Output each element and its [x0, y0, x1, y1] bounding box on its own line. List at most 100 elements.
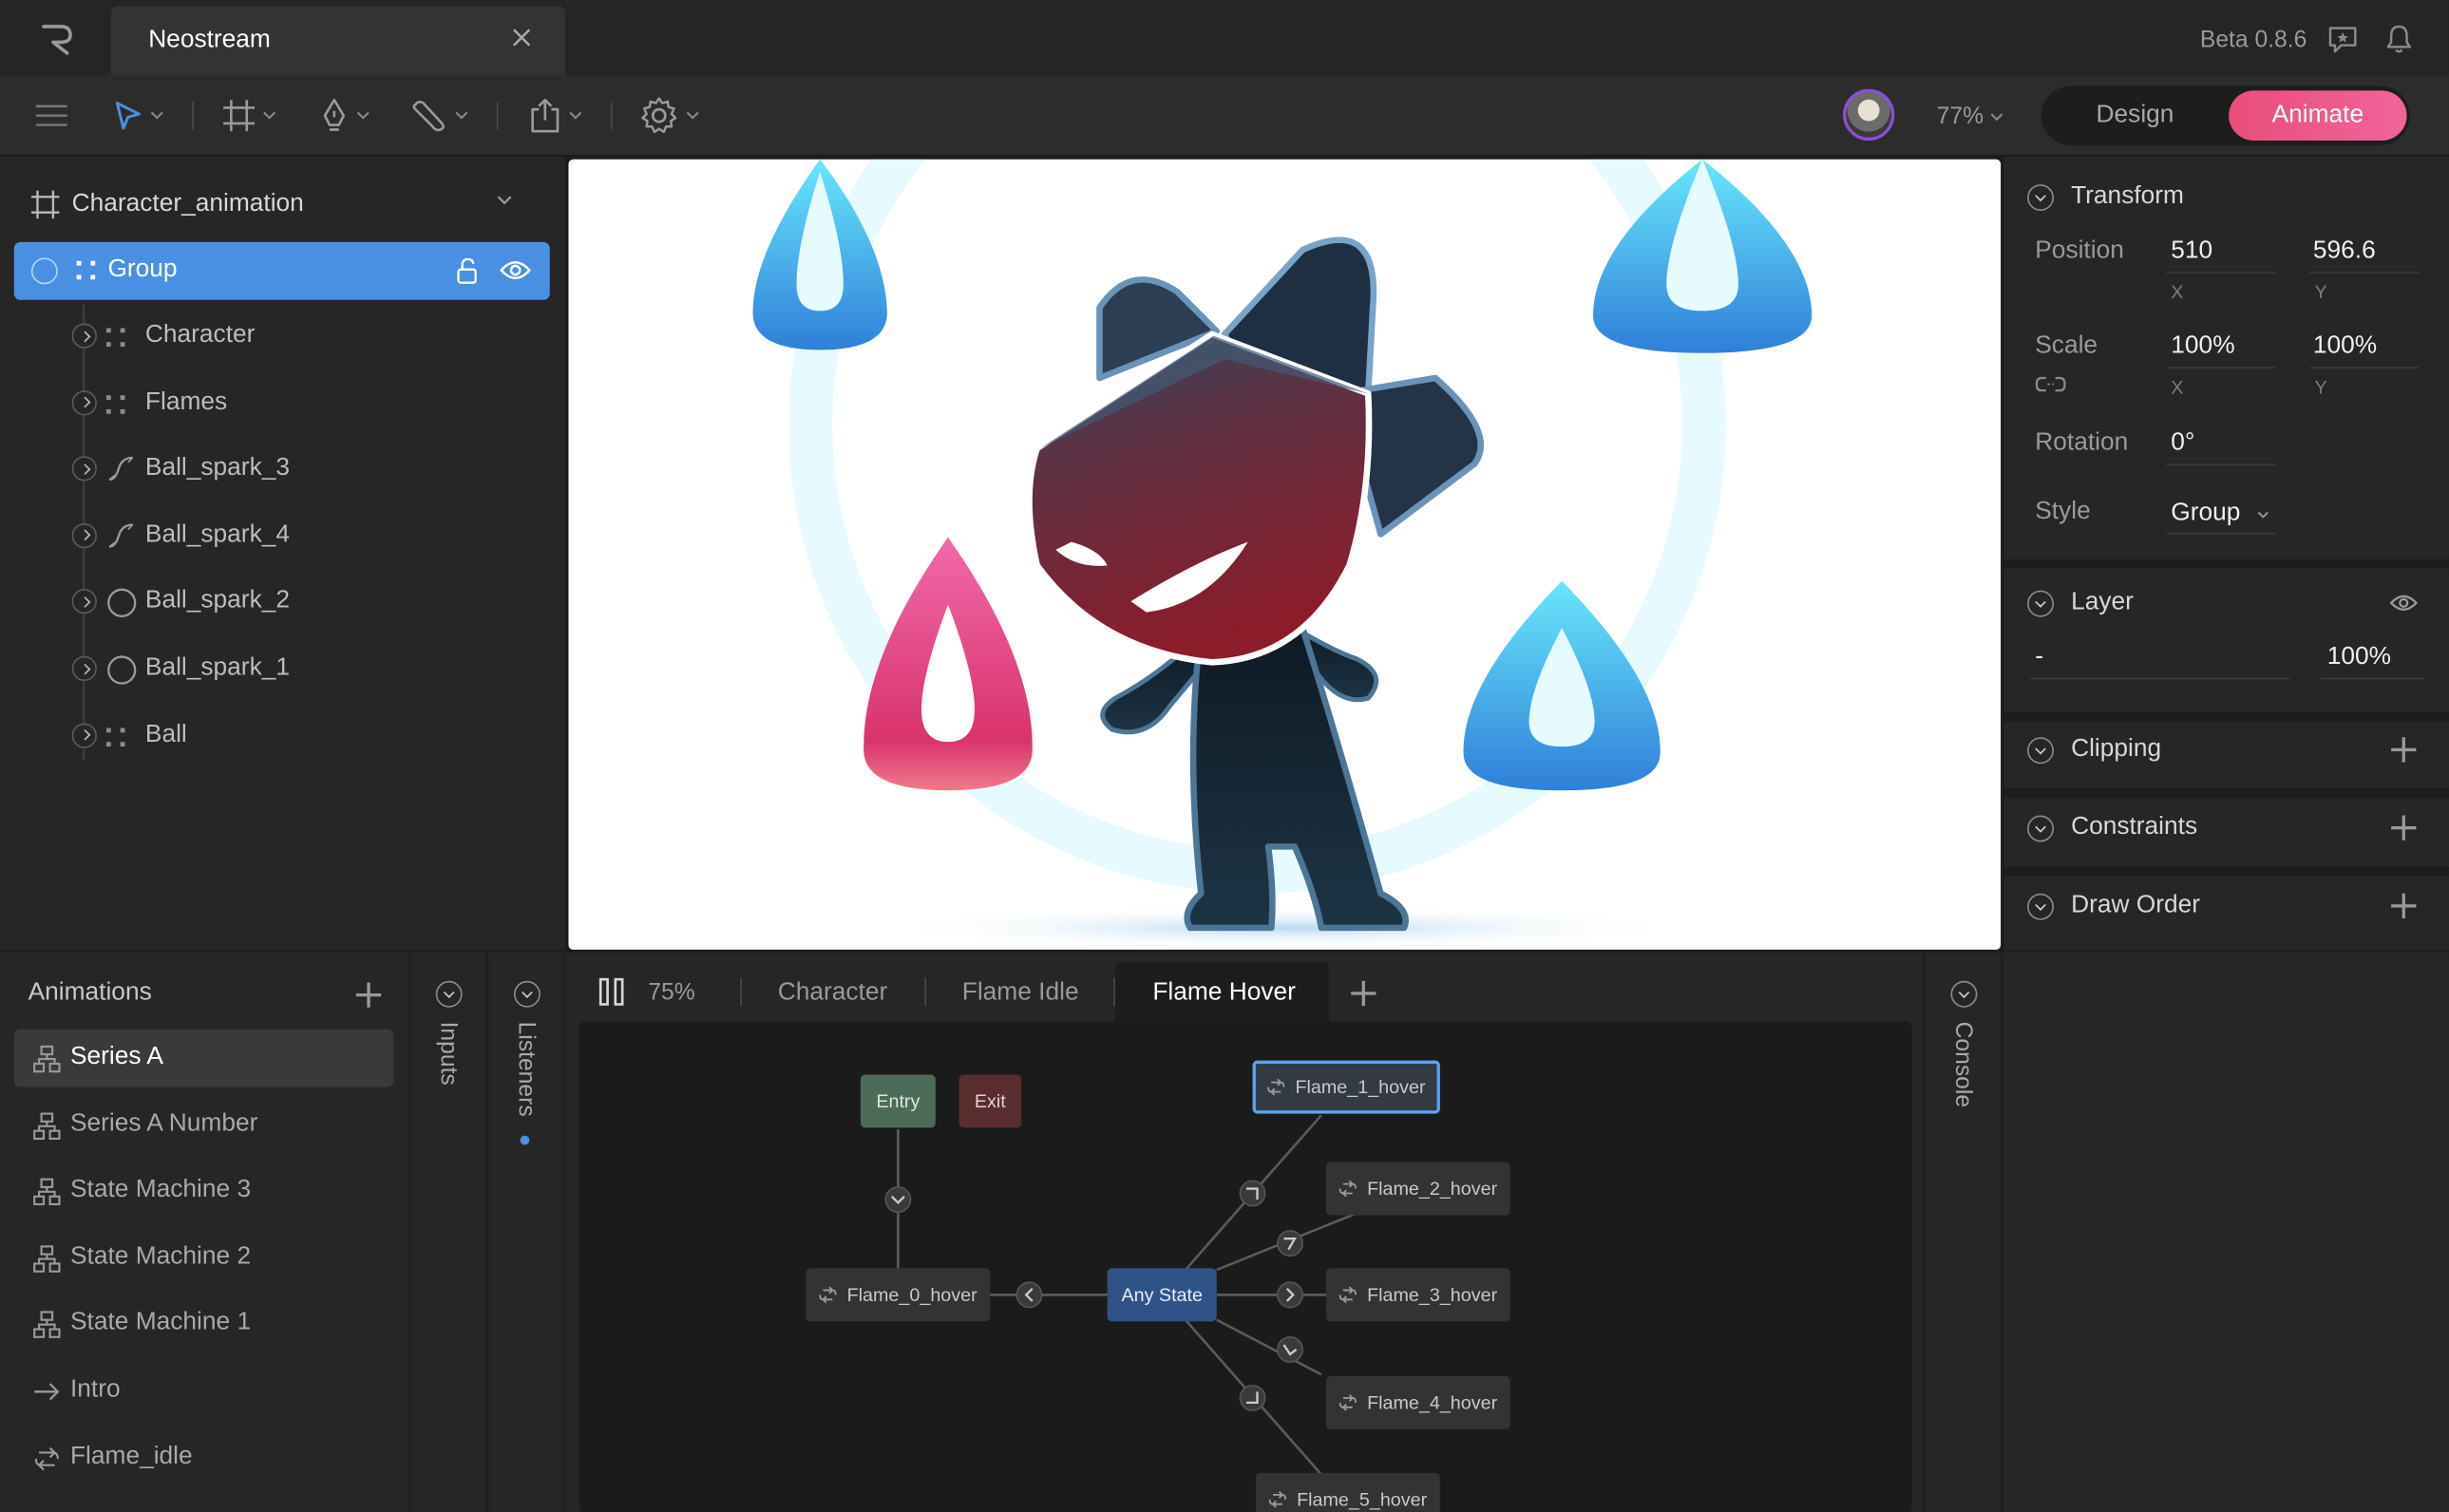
- zoom-dropdown[interactable]: 77%: [1937, 104, 2004, 130]
- console-expand-icon[interactable]: [1950, 980, 1978, 1008]
- artboard-canvas[interactable]: [568, 159, 2002, 950]
- add-animation-icon[interactable]: [355, 982, 382, 1008]
- exit-node[interactable]: Exit: [959, 1074, 1022, 1128]
- animate-mode-button[interactable]: Animate: [2229, 90, 2407, 142]
- expand-toggle-icon[interactable]: [71, 655, 97, 682]
- pause-icon[interactable]: [598, 977, 627, 1007]
- export-tool-button[interactable]: [528, 94, 583, 138]
- tab-divider: [740, 977, 742, 1007]
- state-graph-canvas[interactable]: Entry Exit Any State Flame_0_hover Flame…: [579, 1021, 1912, 1512]
- unlock-icon[interactable]: [456, 257, 481, 284]
- listeners-tab[interactable]: Listeners: [488, 953, 564, 1512]
- position-y-input[interactable]: 596.6: [2313, 237, 2376, 266]
- animation-list-item[interactable]: Flame_idle: [14, 1428, 394, 1486]
- add-draw-order-icon[interactable]: [2391, 893, 2417, 919]
- layer-row[interactable]: Ball_spark_3: [68, 438, 537, 503]
- tab-flame-hover[interactable]: Flame Hover: [1152, 979, 1296, 1008]
- expand-toggle-icon[interactable]: [71, 456, 97, 482]
- layer-row[interactable]: Ball_spark_4: [68, 504, 537, 570]
- pen-tool-button[interactable]: [318, 94, 370, 138]
- layer-row[interactable]: Ball_spark_1: [68, 637, 537, 703]
- document-tab[interactable]: Neostream: [110, 6, 566, 75]
- expand-toggle-icon[interactable]: [30, 257, 58, 285]
- section-divider: [2003, 711, 2449, 722]
- style-dropdown[interactable]: Group: [2171, 499, 2277, 530]
- layer-label: Character: [144, 321, 256, 349]
- layer-collapse-icon[interactable]: [2027, 590, 2054, 617]
- input-underline: [2166, 463, 2276, 466]
- close-tab-icon[interactable]: [512, 28, 531, 47]
- entry-node[interactable]: Entry: [860, 1074, 936, 1128]
- state-node-flame-5[interactable]: Flame_5_hover: [1255, 1472, 1440, 1512]
- pointer-icon: [115, 102, 141, 130]
- position-x-input[interactable]: 510: [2171, 237, 2212, 266]
- animation-list-item[interactable]: Series A Number: [14, 1096, 394, 1154]
- animation-list-item[interactable]: State Machine 2: [14, 1229, 394, 1287]
- visibility-eye-icon[interactable]: [500, 259, 531, 281]
- playback-speed[interactable]: 75%: [648, 979, 694, 1006]
- character-illustration[interactable]: [568, 159, 2001, 950]
- state-node-flame-0[interactable]: Flame_0_hover: [806, 1268, 991, 1322]
- opacity-input[interactable]: 100%: [2327, 644, 2391, 672]
- any-state-label: Any State: [1121, 1283, 1203, 1306]
- listeners-expand-icon[interactable]: [513, 980, 541, 1008]
- state-label: Flame_0_hover: [846, 1283, 978, 1306]
- user-avatar[interactable]: [1843, 88, 1895, 142]
- artboard-tool-button[interactable]: [221, 94, 276, 138]
- notifications-bell-icon[interactable]: [2383, 24, 2415, 55]
- expand-toggle-icon[interactable]: [71, 389, 97, 415]
- add-clipping-icon[interactable]: [2391, 737, 2417, 763]
- menu-hamburger-icon[interactable]: [34, 94, 68, 138]
- transform-collapse-icon[interactable]: [2027, 184, 2054, 212]
- tab-character[interactable]: Character: [778, 979, 887, 1008]
- animation-list-item[interactable]: State Machine 3: [14, 1162, 394, 1220]
- layer-row[interactable]: Ball: [68, 704, 537, 769]
- expand-toggle-icon[interactable]: [71, 323, 97, 349]
- input-underline: [2321, 677, 2424, 680]
- loop-icon: [1269, 1490, 1287, 1508]
- inputs-tab[interactable]: Inputs: [410, 953, 486, 1512]
- canvas-area[interactable]: [565, 156, 2004, 954]
- expand-toggle-icon[interactable]: [71, 722, 97, 748]
- layer-row[interactable]: Character: [68, 305, 537, 370]
- add-tab-icon[interactable]: [1351, 980, 1376, 1007]
- bone-tool-button[interactable]: [410, 94, 468, 138]
- layer-row[interactable]: Flames: [68, 371, 537, 437]
- blend-mode-dropdown[interactable]: -: [2035, 644, 2043, 672]
- layer-row-group[interactable]: Group: [13, 241, 550, 300]
- layer-visibility-eye-icon[interactable]: [2389, 594, 2419, 613]
- layer-label: Ball: [144, 721, 187, 748]
- design-mode-button[interactable]: Design: [2047, 92, 2222, 139]
- scale-x-input[interactable]: 100%: [2171, 332, 2234, 361]
- animation-list-item[interactable]: Intro: [14, 1362, 394, 1420]
- expand-toggle-icon[interactable]: [71, 589, 97, 614]
- inputs-expand-icon[interactable]: [435, 980, 463, 1008]
- animation-list-item[interactable]: State Machine 1: [14, 1295, 394, 1353]
- any-state-node[interactable]: Any State: [1107, 1268, 1217, 1322]
- rotation-input[interactable]: 0°: [2171, 429, 2194, 458]
- scale-y-input[interactable]: 100%: [2313, 332, 2377, 361]
- add-constraint-icon[interactable]: [2391, 815, 2417, 841]
- artboard-selector[interactable]: Character_animation: [30, 187, 531, 221]
- animations-panel: Animations Series A Series A Number State …: [0, 953, 409, 1512]
- state-node-flame-3[interactable]: Flame_3_hover: [1325, 1268, 1510, 1322]
- clipping-collapse-icon[interactable]: [2027, 737, 2054, 765]
- tab-flame-idle[interactable]: Flame Idle: [962, 979, 1079, 1008]
- state-node-flame-1[interactable]: Flame_1_hover: [1252, 1060, 1440, 1114]
- state-node-flame-2[interactable]: Flame_2_hover: [1325, 1162, 1510, 1216]
- animations-title: Animations: [28, 979, 152, 1007]
- settings-tool-button[interactable]: [638, 94, 699, 138]
- layer-row[interactable]: Ball_spark_2: [68, 571, 537, 636]
- state-node-flame-4[interactable]: Flame_4_hover: [1325, 1375, 1510, 1429]
- inspector-panel: Transform Position 510 X 596.6 Y Scale 1…: [2003, 156, 2449, 950]
- chevron-down-icon[interactable]: [497, 196, 512, 207]
- expand-toggle-icon[interactable]: [71, 522, 97, 548]
- console-tab[interactable]: Console: [1926, 953, 2002, 1512]
- rive-logo-icon[interactable]: [39, 22, 76, 56]
- animation-list-item[interactable]: Series A: [13, 1029, 394, 1087]
- feedback-icon[interactable]: [2327, 25, 2359, 54]
- constraints-collapse-icon[interactable]: [2027, 815, 2054, 842]
- draw-order-collapse-icon[interactable]: [2027, 893, 2054, 920]
- select-tool-button[interactable]: [112, 94, 163, 138]
- link-scale-icon[interactable]: [2035, 375, 2066, 394]
